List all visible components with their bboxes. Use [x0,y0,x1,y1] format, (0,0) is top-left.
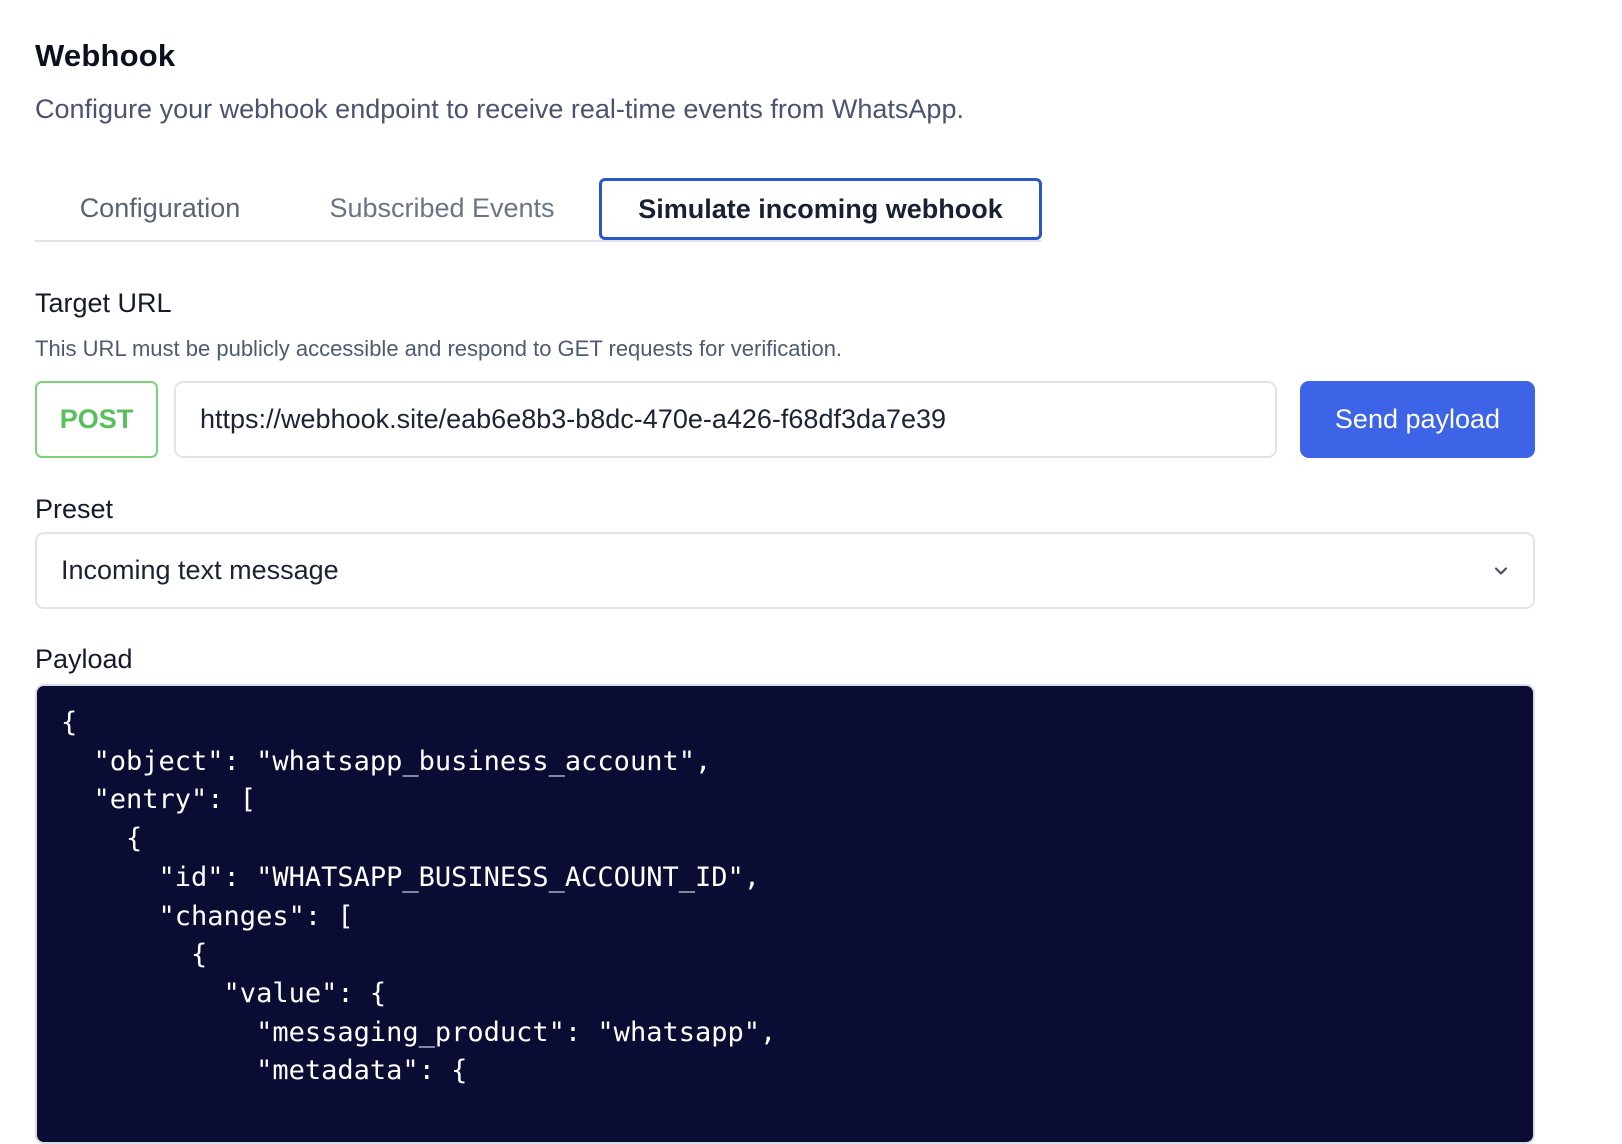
target-url-helper-text: This URL must be publicly accessible and… [35,336,843,361]
tab-subscribed-events[interactable]: Subscribed Events [285,178,599,240]
payload-code: { "object": "whatsapp_business_account",… [61,707,777,1087]
tab-simulate-incoming-webhook[interactable]: Simulate incoming webhook [599,178,1042,240]
page-title: Webhook [35,38,176,73]
http-method-badge: POST [35,381,158,458]
page-subtitle: Configure your webhook endpoint to recei… [35,94,964,124]
preset-label: Preset [35,494,114,524]
send-payload-button[interactable]: Send payload [1300,381,1535,458]
payload-editor[interactable]: { "object": "whatsapp_business_account",… [35,684,1535,1144]
tab-bar: Configuration Subscribed Events Simulate… [35,178,1042,242]
target-url-label: Target URL [35,288,172,318]
chevron-down-icon [1494,567,1508,575]
payload-label: Payload [35,644,133,674]
preset-selected-value: Incoming text message [61,555,339,585]
tab-configuration[interactable]: Configuration [35,178,285,240]
target-url-input[interactable] [174,381,1277,458]
preset-select[interactable]: Incoming text message [35,532,1535,609]
